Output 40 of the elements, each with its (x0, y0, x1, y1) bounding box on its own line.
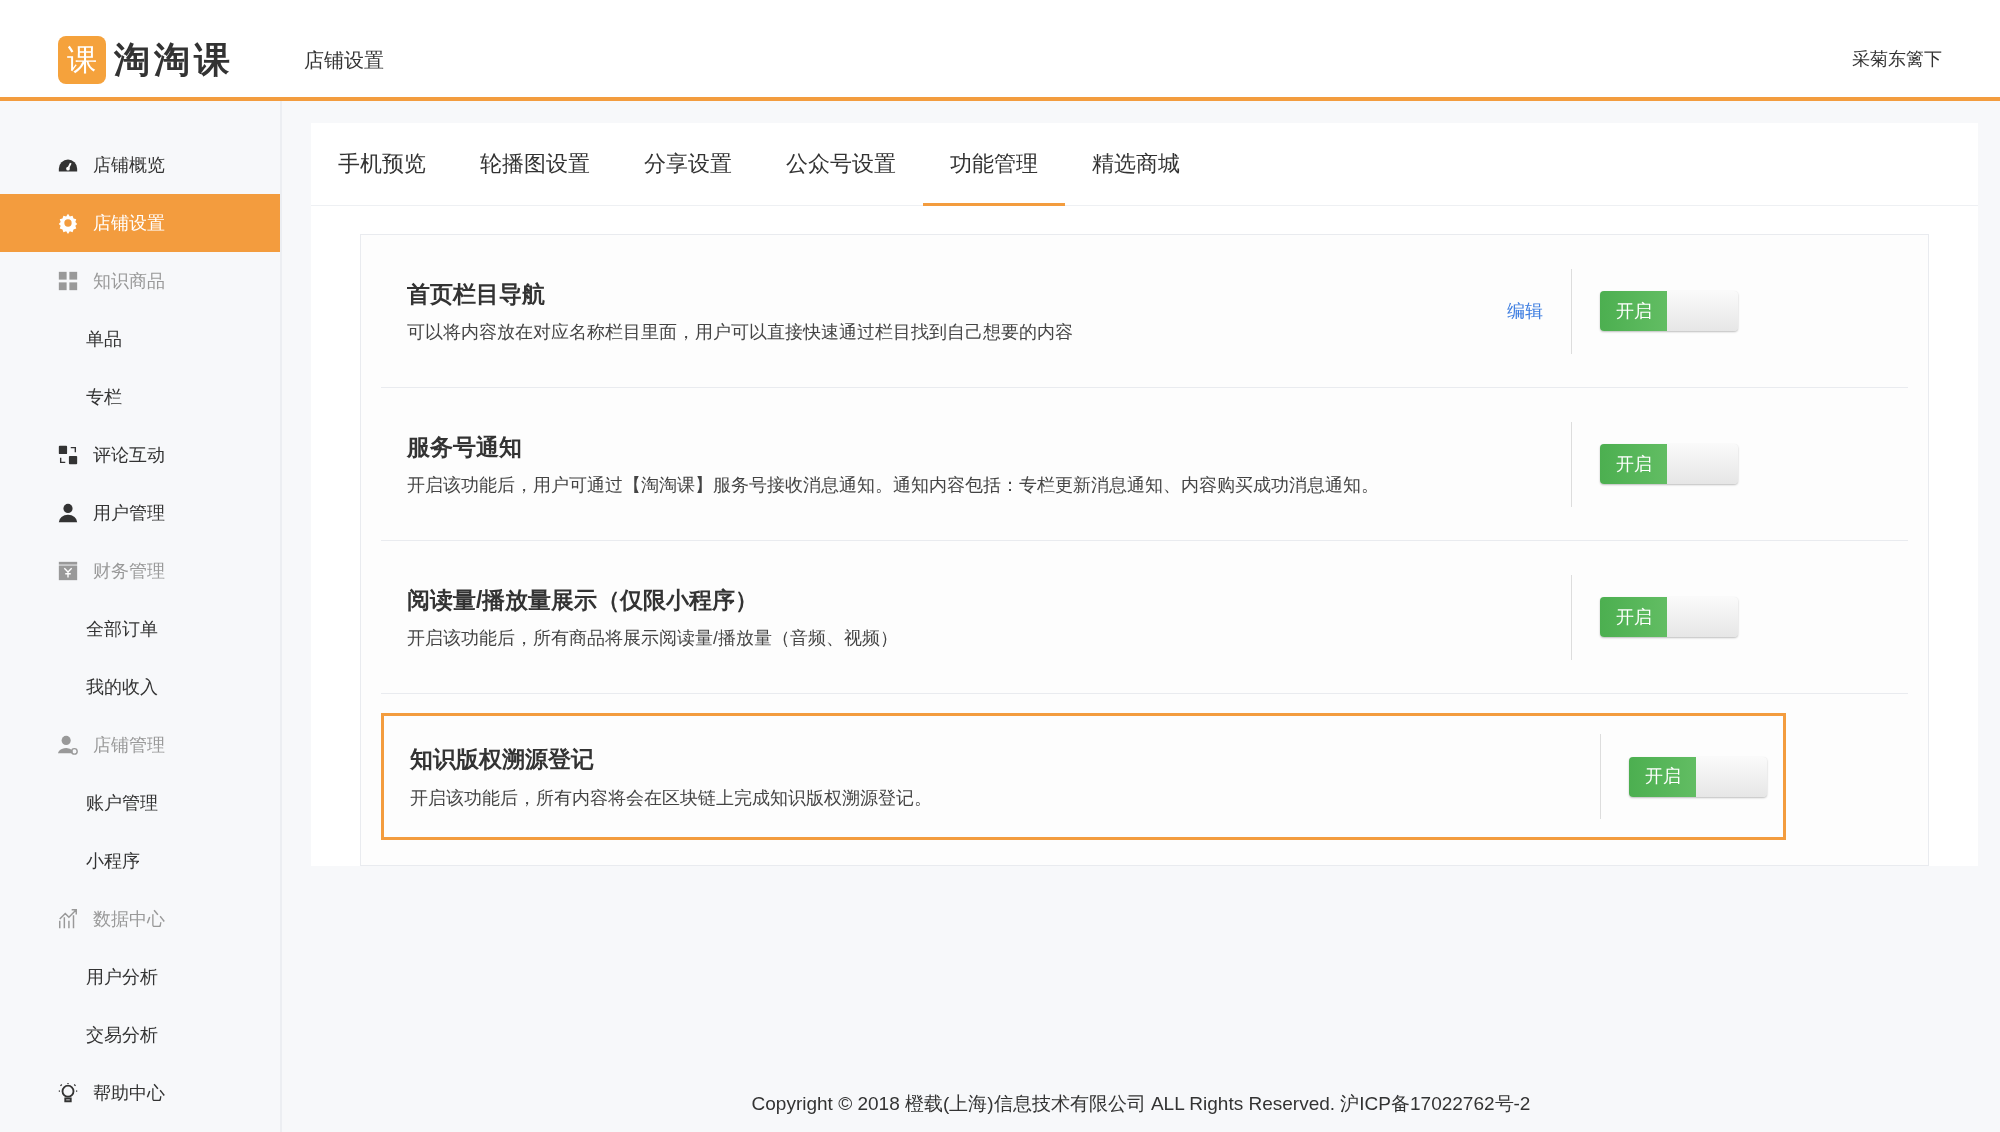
sidebar-item[interactable]: 店铺概览 (0, 136, 280, 194)
feature-description: 开启该功能后，用户可通过【淘淘课】服务号接收消息通知。通知内容包括：专栏更新消息通知、内容购买成功消息通知。 (407, 474, 1380, 498)
sidebar-item[interactable]: 全部订单 (0, 600, 280, 658)
sidebar-item[interactable]: 用户管理 (0, 484, 280, 542)
sidebar-item[interactable]: 评论互动 (0, 426, 280, 484)
tab[interactable]: 轮播图设置 (453, 123, 617, 206)
grid-icon (57, 270, 79, 292)
feature-title: 首页栏目导航 (407, 279, 546, 309)
user-name[interactable]: 采菊东篱下 (1852, 46, 1942, 73)
yuan-icon (57, 560, 79, 582)
lightbulb-icon (57, 1082, 79, 1104)
logo-name: 淘淘课 (114, 37, 234, 82)
user-gear-icon (57, 734, 79, 756)
sidebar-item[interactable]: 我的收入 (0, 658, 280, 716)
feature-title: 知识版权溯源登记 (410, 745, 595, 775)
copyright-text: Copyright © 2018 橙载(上海)信息技术有限公司 ALL Rights Reserved. 沪ICP备17022762号-2 (750, 1092, 1532, 1116)
feature-title: 阅读量/播放量展示（仅限小程序） (407, 585, 760, 615)
tab[interactable]: 功能管理 (923, 123, 1065, 206)
sidebar-item[interactable]: 交易分析 (0, 1006, 280, 1064)
feature-description: 开启该功能后，所有内容将会在区块链上完成知识版权溯源登记。 (410, 786, 933, 810)
logo-mark: 课 (58, 35, 106, 84)
feature-description: 可以将内容放在对应名称栏目里面，用户可以直接快速通过栏目找到自己想要的内容 (407, 321, 1074, 345)
edit-link[interactable]: 编辑 (1507, 297, 1543, 325)
sidebar-item[interactable]: 帮助中心 (0, 1064, 280, 1122)
tab[interactable]: 公众号设置 (759, 123, 923, 206)
page-title: 店铺设置 (304, 47, 384, 73)
sidebar-item[interactable]: 账户管理 (0, 774, 280, 832)
feature-description: 开启该功能后，所有商品将展示阅读量/播放量（音频、视频） (407, 627, 899, 651)
user-icon (57, 502, 79, 524)
tab[interactable]: 分享设置 (617, 123, 759, 206)
tab[interactable]: 手机预览 (311, 123, 453, 206)
sidebar-item[interactable]: 用户分析 (0, 948, 280, 1006)
squares-icon (57, 444, 79, 466)
settings-icon (57, 212, 79, 234)
sidebar-item[interactable]: 小程序 (0, 832, 280, 890)
sidebar-item[interactable]: 单品 (0, 310, 280, 368)
tab[interactable]: 精选商城 (1065, 123, 1207, 206)
chart-icon (57, 908, 79, 930)
sidebar-item[interactable]: 专栏 (0, 368, 280, 426)
feature-title: 服务号通知 (407, 432, 523, 462)
